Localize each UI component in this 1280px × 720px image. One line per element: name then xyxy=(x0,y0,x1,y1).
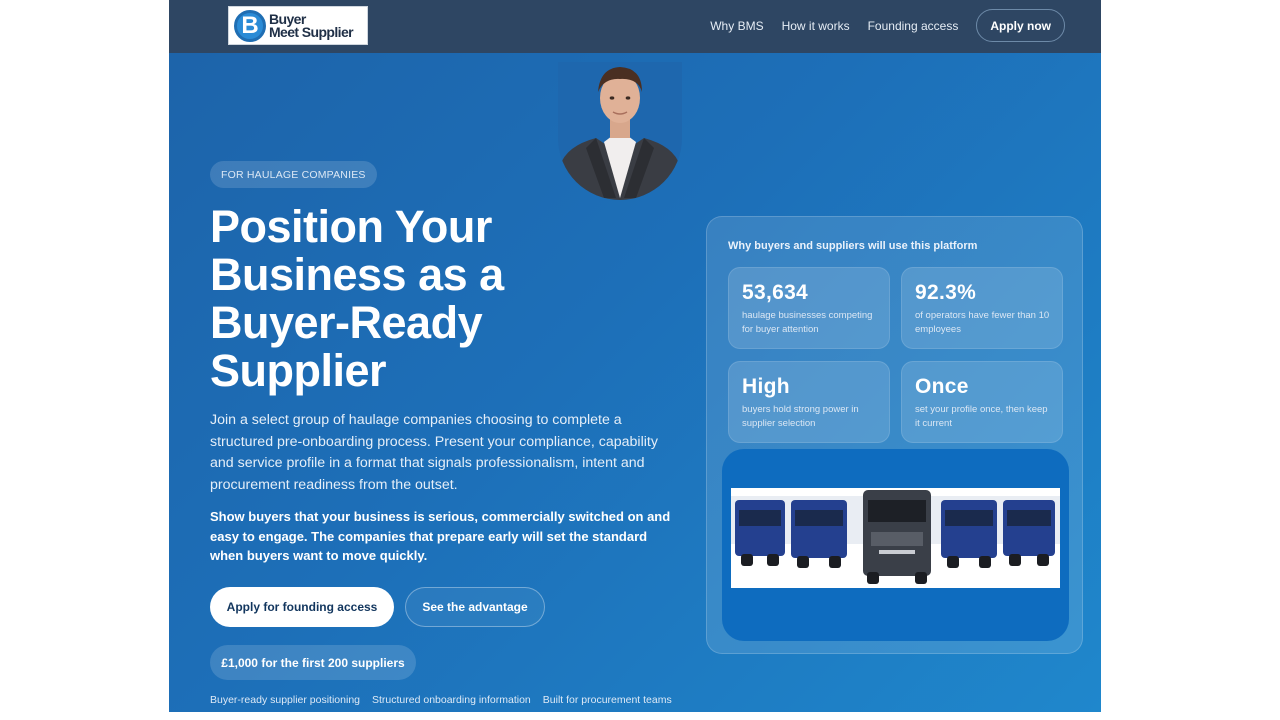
feature-item: Buyer-ready supplier positioning xyxy=(210,694,360,706)
presenter-portrait-icon xyxy=(558,62,682,200)
primary-nav: Why BMS How it works Founding access App… xyxy=(710,9,1065,42)
landing-page: B Buyer Meet Supplier Why BMS How it wor… xyxy=(169,0,1101,712)
stats-panel: Why buyers and suppliers will use this p… xyxy=(706,216,1083,654)
nav-link-why-bms[interactable]: Why BMS xyxy=(710,19,763,33)
stats-panel-title: Why buyers and suppliers will use this p… xyxy=(728,240,978,252)
page-title: Position Your Business as a Buyer-Ready … xyxy=(210,201,504,396)
stat-card: High buyers hold strong power in supplie… xyxy=(728,361,890,443)
stat-value: 53,634 xyxy=(742,281,809,304)
truck-fleet-icon xyxy=(731,488,1060,588)
stat-card: 53,634 haulage businesses competing for … xyxy=(728,267,890,349)
fleet-image-card xyxy=(722,449,1069,641)
nav-link-how-it-works[interactable]: How it works xyxy=(782,19,850,33)
presenter-avatar xyxy=(558,62,682,200)
intro-paragraph: Join a select group of haulage companies… xyxy=(210,412,658,493)
price-badge: £1,000 for the first 200 suppliers xyxy=(210,645,416,680)
see-advantage-button[interactable]: See the advantage xyxy=(405,587,545,627)
top-navigation-bar: B Buyer Meet Supplier Why BMS How it wor… xyxy=(169,0,1101,53)
logo-b-icon: B xyxy=(234,9,266,42)
stat-value: High xyxy=(742,375,790,398)
audience-badge: FOR HAULAGE COMPANIES xyxy=(210,161,377,188)
nav-link-founding-access[interactable]: Founding access xyxy=(868,19,959,33)
apply-founding-access-button[interactable]: Apply for founding access xyxy=(210,587,394,627)
stat-value: 92.3% xyxy=(915,281,977,304)
logo-text: Buyer Meet Supplier xyxy=(269,10,354,40)
stat-card: 92.3% of operators have fewer than 10 em… xyxy=(901,267,1063,349)
truck-fleet-image xyxy=(731,488,1060,588)
feature-list: Buyer-ready supplier positioning Structu… xyxy=(210,694,684,706)
feature-item: Built for procurement teams xyxy=(542,694,672,706)
stat-description: buyers hold strong power in supplier sel… xyxy=(742,404,859,429)
stat-description: haulage businesses competing for buyer a… xyxy=(742,310,873,335)
emphasis-paragraph: Show buyers that your business is seriou… xyxy=(210,509,671,563)
stat-value: Once xyxy=(915,375,969,398)
stat-card: Once set your profile once, then keep it… xyxy=(901,361,1063,443)
feature-item: Structured onboarding information xyxy=(372,694,531,706)
stat-description: set your profile once, then keep it curr… xyxy=(915,404,1048,429)
brand-logo[interactable]: B Buyer Meet Supplier xyxy=(228,6,368,45)
apply-now-button[interactable]: Apply now xyxy=(976,9,1065,42)
stat-description: of operators have fewer than 10 employee… xyxy=(915,310,1050,335)
